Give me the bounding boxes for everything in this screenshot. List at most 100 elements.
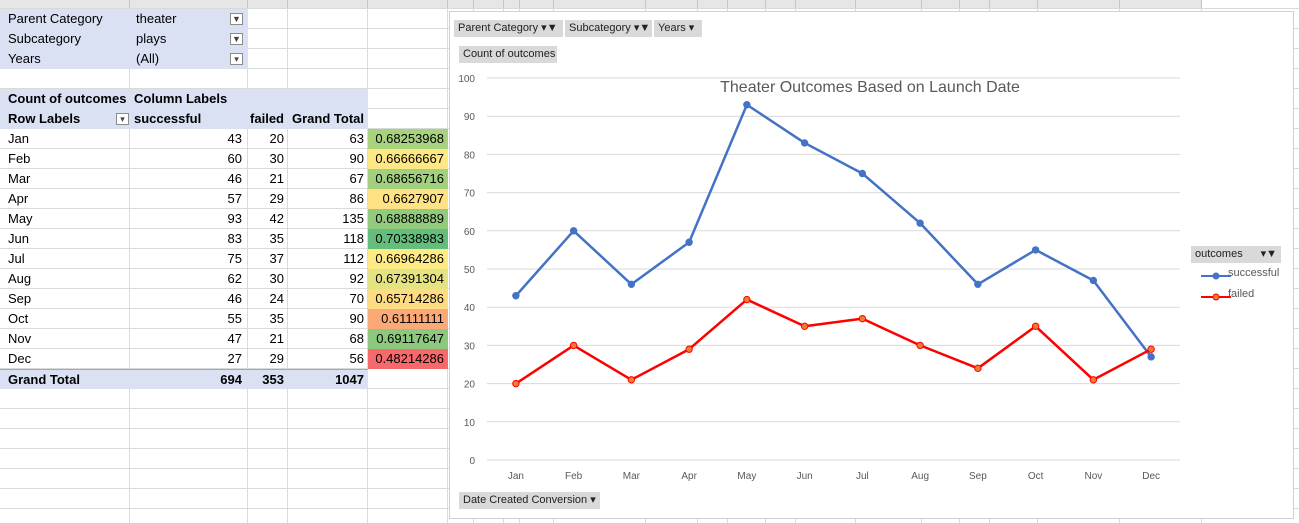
row-label: Aug xyxy=(8,271,32,286)
total-count: 112 xyxy=(343,251,364,266)
row-labels-dropdown-icon[interactable]: ▾ xyxy=(116,113,129,125)
filter-label: Years xyxy=(0,49,130,69)
success-rate-cell[interactable]: 0.69117647 xyxy=(368,329,448,349)
pivot-values-label: Count of outcomes xyxy=(0,89,130,109)
success-rate-cell[interactable]: 0.61111111 xyxy=(368,309,448,329)
success-rate-cell[interactable]: 0.68888889 xyxy=(368,209,448,229)
total-count: 92 xyxy=(349,271,364,286)
successful-count: 60 xyxy=(227,151,242,166)
pivot-col-successful: successful xyxy=(130,109,228,129)
chart-filter-parent-category[interactable]: Parent Category ▾▼ xyxy=(454,20,563,37)
success-rate-cell[interactable]: 0.65714286 xyxy=(368,289,448,309)
row-label: Dec xyxy=(8,351,32,366)
row-label: Jan xyxy=(8,131,29,146)
success-rate-cell[interactable]: 0.48214286 xyxy=(368,349,448,369)
pivot-row-labels[interactable]: Row Labels xyxy=(0,109,130,129)
successful-count: 46 xyxy=(227,291,242,306)
legend-items: successful failed xyxy=(1191,267,1283,308)
successful-count: 93 xyxy=(227,211,242,226)
legend-swatch xyxy=(1201,272,1231,280)
failed-count: 24 xyxy=(269,291,284,306)
successful-count: 75 xyxy=(227,251,242,266)
filter-dropdown-icon[interactable]: ▼ xyxy=(230,13,243,25)
chart-filter-years-label: Years xyxy=(658,22,686,34)
success-rate-cell[interactable]: 0.66666667 xyxy=(368,149,448,169)
failed-count: 35 xyxy=(269,311,284,326)
row-label: Sep xyxy=(8,291,32,306)
failed-count: 42 xyxy=(269,211,284,226)
failed-count: 37 xyxy=(269,251,284,266)
pivot-header-fill xyxy=(228,89,368,109)
chart-filter-subcategory-label: Subcategory xyxy=(569,22,631,34)
total-count: 90 xyxy=(349,311,364,326)
row-label: Nov xyxy=(8,331,32,346)
success-rate-cell[interactable]: 0.6627907 xyxy=(368,189,448,209)
success-rate-cell[interactable]: 0.70338983 xyxy=(368,229,448,249)
success-rate-cell[interactable]: 0.68656716 xyxy=(368,169,448,189)
chart-axis-field-label: Date Created Conversion xyxy=(463,494,588,506)
pivot-col-total: Grand Total xyxy=(288,109,368,129)
chart-axis-field-button[interactable]: Date Created Conversion ▾ xyxy=(459,492,600,509)
row-label: Jun xyxy=(8,231,29,246)
failed-count: 20 xyxy=(269,131,284,146)
pivot-column-labels[interactable]: Column Labels xyxy=(130,89,228,109)
success-rate-cell[interactable]: 0.67391304 xyxy=(368,269,448,289)
successful-count: 55 xyxy=(227,311,242,326)
total-count: 67 xyxy=(349,171,364,186)
filter-dropdown-icon[interactable]: ▼ xyxy=(230,33,243,45)
chart-filter-years[interactable]: Years ▾ xyxy=(654,20,702,37)
filter-dropdown-icon: ▾▼ xyxy=(541,22,558,34)
pivot-col-failed: failed xyxy=(228,109,288,129)
failed-count: 29 xyxy=(269,191,284,206)
legend-label: failed xyxy=(1228,288,1255,300)
total-count: 56 xyxy=(349,351,364,366)
total-count: 63 xyxy=(349,131,364,146)
chart-values-button[interactable]: Count of outcomes xyxy=(459,46,557,63)
total-count: 135 xyxy=(342,211,364,226)
row-label: Feb xyxy=(8,151,31,166)
filter-label: Subcategory xyxy=(0,29,130,49)
total-count: 70 xyxy=(349,291,364,306)
grand-total-failed: 353 xyxy=(246,369,288,389)
failed-count: 30 xyxy=(269,271,284,286)
filter-dropdown-icon: ▾▼ xyxy=(633,22,651,34)
grand-total-total: 1047 xyxy=(288,369,368,389)
grand-total-label: Grand Total xyxy=(0,369,130,389)
row-label: Oct xyxy=(8,311,29,326)
dropdown-arrow-icon: ▾ xyxy=(590,494,596,506)
pivot-chart[interactable]: Parent Category ▾▼ Subcategory ▾▼ Years … xyxy=(449,11,1294,519)
total-count: 118 xyxy=(343,231,364,246)
legend-title: outcomes xyxy=(1195,248,1243,260)
failed-count: 21 xyxy=(269,171,284,186)
legend-label: successful xyxy=(1228,267,1280,279)
total-count: 86 xyxy=(349,191,364,206)
successful-count: 27 xyxy=(227,351,242,366)
successful-count: 57 xyxy=(227,191,242,206)
chart-filter-parent-label: Parent Category xyxy=(458,22,539,34)
chart-legend: outcomes ▾▼ successful failed xyxy=(1191,246,1283,308)
successful-count: 43 xyxy=(227,131,242,146)
successful-count: 83 xyxy=(227,231,242,246)
success-rate-cell[interactable]: 0.66964286 xyxy=(368,249,448,269)
filter-dropdown-icon: ▾▼ xyxy=(1260,248,1277,260)
dropdown-arrow-icon[interactable]: ▾ xyxy=(230,53,243,65)
failed-count: 21 xyxy=(269,331,284,346)
row-label: May xyxy=(8,211,33,226)
total-count: 68 xyxy=(349,331,364,346)
success-rate-cell[interactable]: 0.68253968 xyxy=(368,129,448,149)
chart-values-label: Count of outcomes xyxy=(463,48,556,60)
filter-label: Parent Category xyxy=(0,9,130,29)
spreadsheet: Parent Category theater ▼ Subcategory plays ▼… xyxy=(0,0,1299,523)
legend-swatch xyxy=(1201,293,1231,301)
legend-field-button[interactable]: outcomes ▾▼ xyxy=(1191,246,1281,263)
legend-entry[interactable]: successful xyxy=(1191,267,1283,287)
successful-count: 46 xyxy=(227,171,242,186)
dropdown-arrow-icon: ▾ xyxy=(688,22,695,34)
chart-filter-subcategory[interactable]: Subcategory ▾▼ xyxy=(565,20,652,37)
failed-count: 30 xyxy=(269,151,284,166)
row-label: Jul xyxy=(8,251,25,266)
legend-entry[interactable]: failed xyxy=(1191,288,1283,308)
successful-count: 47 xyxy=(227,331,242,346)
total-count: 90 xyxy=(349,151,364,166)
failed-count: 29 xyxy=(269,351,284,366)
